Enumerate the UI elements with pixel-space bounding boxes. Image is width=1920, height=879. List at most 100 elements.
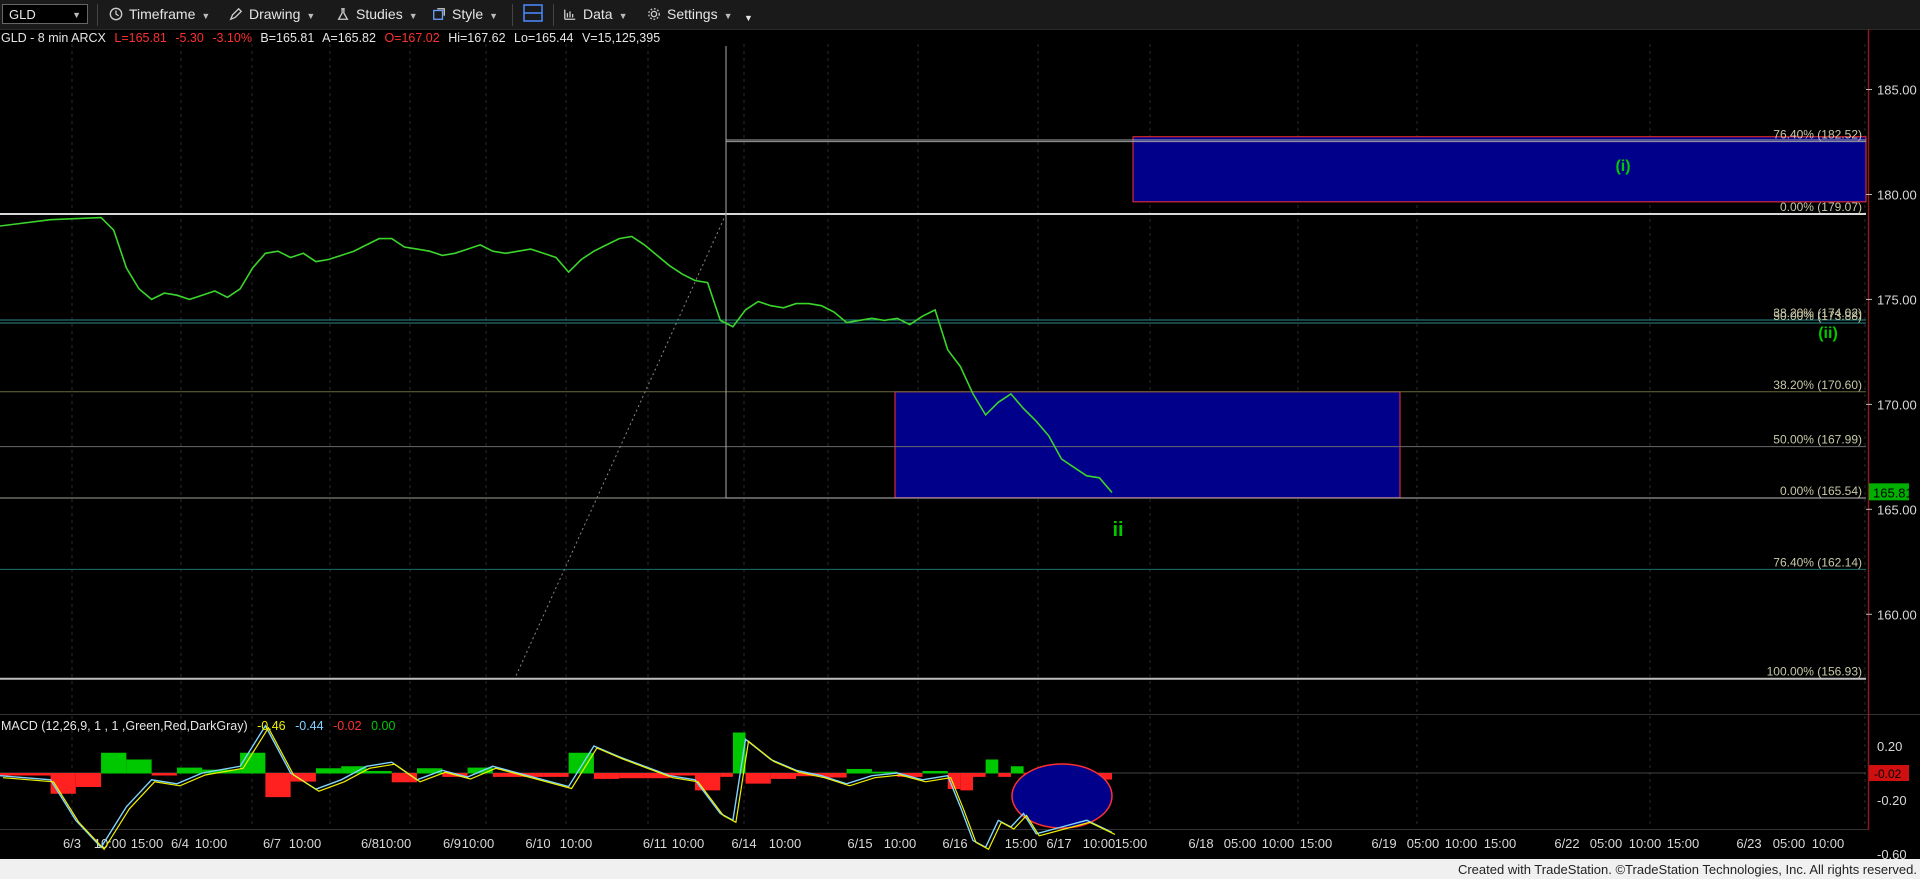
macd-histogram-bar: [315, 768, 342, 774]
x-tick-label: 10:00: [769, 836, 802, 851]
x-tick-label: 05:00: [1224, 836, 1257, 851]
macd-histogram-bar: [568, 752, 594, 774]
x-tick-label: 10:00: [379, 836, 412, 851]
wave-label: (i): [1615, 158, 1630, 175]
x-tick-label: 05:00: [1590, 836, 1623, 851]
x-tick-label: 6/15: [847, 836, 872, 851]
macd-histogram-bar: [998, 773, 1011, 777]
macd-histogram-bar: [126, 759, 152, 774]
fib-level-label: 0.00% (179.07): [1780, 200, 1862, 214]
x-tick-label: 15:00: [1115, 836, 1148, 851]
macd-current-label: -0.02: [1874, 767, 1902, 781]
x-tick-label: 10:00: [884, 836, 917, 851]
x-tick-label: 10:00: [1629, 836, 1662, 851]
macd-histogram-bar: [543, 773, 569, 777]
macd-histogram-bar: [922, 770, 948, 774]
time-axis: 6/3 10:00 15:00 6/4 10:00 6/7 10:00 6/8 10:00 6/9…: [63, 836, 1844, 851]
last-price-marker-label: 165.81: [1873, 485, 1913, 500]
macd-histogram-bar: [695, 773, 721, 791]
dotted-trend-line: [514, 213, 727, 679]
y-tick-label: 180.00: [1877, 187, 1917, 202]
macd-histogram-bar: [151, 773, 177, 776]
macd-histogram-bar: [0, 773, 51, 776]
x-tick-label: 6/3: [63, 836, 81, 851]
macd-histogram-bar: [846, 768, 872, 774]
macd-histogram-bar: [176, 767, 203, 774]
x-tick-label: 6/19: [1371, 836, 1396, 851]
x-tick-label: 6/7: [263, 836, 281, 851]
x-tick-label: 15:00: [1667, 836, 1700, 851]
x-tick-label: 10:00: [1262, 836, 1295, 851]
x-tick-label: 6/18: [1188, 836, 1213, 851]
macd-histogram-bar: [669, 773, 695, 776]
macd-histogram-bar: [417, 768, 443, 774]
macd-histogram-bar: [593, 773, 620, 779]
y-tick-label: 170.00: [1877, 397, 1917, 412]
x-tick-label: 10:00: [195, 836, 228, 851]
x-tick-label: 6/9: [443, 836, 461, 851]
wave-label: (ii): [1818, 325, 1838, 342]
x-tick-label: 05:00: [1407, 836, 1440, 851]
macd-histogram-bar: [265, 773, 291, 798]
fib-level-label: 76.40% (182.52): [1773, 128, 1862, 142]
macd-histogram-bar: [75, 773, 102, 787]
x-tick-label: 15:00: [1005, 836, 1038, 851]
x-tick-label: 6/22: [1554, 836, 1579, 851]
macd-histogram-bar: [720, 773, 733, 777]
target-zone: [894, 391, 1401, 499]
macd-panel: [0, 732, 1866, 798]
macd-tick-label: 0.20: [1877, 739, 1902, 754]
macd-histogram-bar: [619, 773, 645, 779]
histogram-value: -0.02: [333, 719, 362, 733]
x-tick-label: 6/16: [942, 836, 967, 851]
macd-value: -0.46: [257, 719, 286, 733]
target-zones: [894, 136, 1867, 499]
x-tick-label: 15:00: [1300, 836, 1333, 851]
x-tick-label: 10:00: [289, 836, 322, 851]
fib-level-label: 76.40% (162.14): [1773, 555, 1862, 569]
macd-title: MACD (12,26,9, 1 , 1 ,Green,Red,DarkGray…: [1, 719, 248, 733]
y-tick-label: 165.00: [1877, 502, 1917, 517]
macd-histogram-bar: [973, 773, 986, 777]
macd-tick-label: -0.60: [1877, 847, 1907, 859]
target-zone: [1132, 136, 1867, 203]
x-tick-label: 15:00: [131, 836, 164, 851]
x-tick-label: 6/17: [1046, 836, 1071, 851]
macd-histogram-bar: [366, 770, 392, 774]
x-tick-label: 10:00: [1445, 836, 1478, 851]
x-tick-label: 10:00: [672, 836, 705, 851]
price-axis: 160.00 165.00 170.00 175.00 180.00 185.00 165.…: [1866, 83, 1917, 622]
x-tick-label: 10:00: [1812, 836, 1845, 851]
x-tick-label: 10:00: [462, 836, 495, 851]
x-tick-label: 6/23: [1736, 836, 1761, 851]
y-tick-label: 175.00: [1877, 292, 1917, 307]
x-tick-label: 15:00: [1484, 836, 1517, 851]
fib-level-label: 50.00% (167.99): [1773, 433, 1862, 447]
x-tick-label: 05:00: [1773, 836, 1806, 851]
macd-histogram-bar: [240, 752, 266, 774]
fib-level-label: 100.00% (156.93): [1767, 665, 1862, 679]
x-tick-label: 10:00: [560, 836, 593, 851]
macd-histogram-bar: [101, 752, 127, 774]
y-tick-label: 160.00: [1877, 607, 1917, 622]
macd-axis: 0.20 -0.20 -0.60 -0.02: [1869, 739, 1909, 859]
macd-histogram-bar: [770, 773, 797, 779]
x-tick-label: 6/10: [525, 836, 550, 851]
x-tick-label: 6/4: [171, 836, 189, 851]
macd-histogram-bar: [1010, 766, 1024, 774]
fib-level-label: 0.00% (165.54): [1780, 484, 1862, 498]
fib-level-label: 38.20% (170.60): [1773, 378, 1862, 392]
macd-histogram-bar: [985, 759, 999, 774]
x-tick-label: 10:00: [1083, 836, 1116, 851]
x-tick-label: 6/11: [643, 836, 667, 851]
wave-label: ii: [1112, 519, 1123, 541]
zero-value: 0.00: [371, 719, 396, 733]
fib-level-label: 50.00% (173.88): [1773, 309, 1862, 323]
x-tick-label: 6/8: [361, 836, 379, 851]
footer: Created with TradeStation. ©TradeStation…: [0, 859, 1920, 879]
macd-histogram-bar: [745, 773, 771, 784]
macd-histogram-bar: [960, 773, 973, 791]
x-tick-label: 6/14: [731, 836, 756, 851]
macd-tick-label: -0.20: [1877, 793, 1907, 808]
y-tick-label: 185.00: [1877, 83, 1917, 98]
